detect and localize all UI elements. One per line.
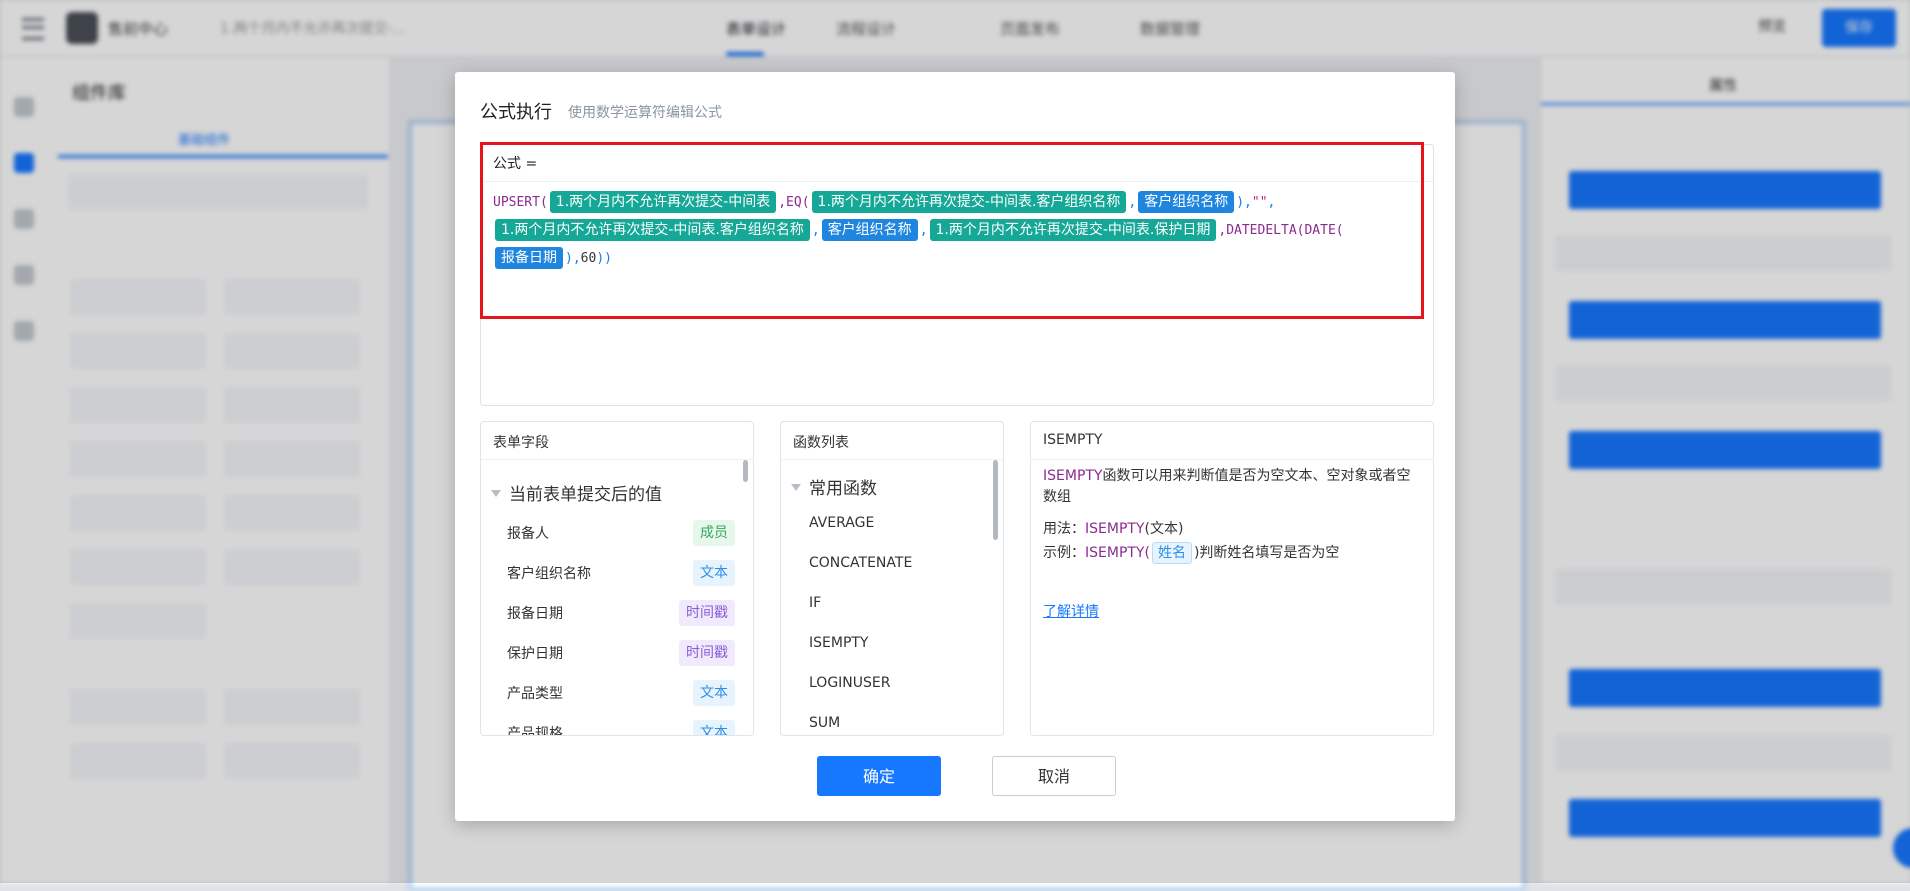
function-help-title: ISEMPTY [1043, 432, 1103, 448]
function-description: ISEMPTY函数可以用来判断值是否为空文本、空对象或者空数组 [1043, 466, 1418, 508]
function-item[interactable]: ISEMPTY [809, 635, 869, 651]
dialog-subtitle: 使用数学运算符编辑公式 [568, 105, 722, 121]
field-item[interactable]: 产品类型 文本 [507, 676, 735, 708]
field-name: 产品规格 [507, 726, 563, 736]
function-item[interactable]: IF [809, 595, 821, 611]
field-type-badge: 文本 [693, 560, 735, 586]
field-name: 产品类型 [507, 686, 563, 702]
field-type-badge: 时间戳 [679, 640, 735, 666]
field-type-badge: 文本 [693, 680, 735, 706]
field-name: 保护日期 [507, 646, 563, 662]
form-fields-title: 表单字段 [493, 435, 549, 451]
example-line: 示例：ISEMPTY(姓名)判断姓名填写是否为空 [1043, 542, 1339, 564]
function-item[interactable]: LOGINUSER [809, 675, 890, 691]
function-list-header: 函数列表 [781, 422, 1003, 460]
confirm-button[interactable]: 确定 [817, 756, 941, 796]
usage-label: 用法： [1043, 521, 1085, 537]
field-name: 客户组织名称 [507, 566, 591, 582]
usage-function: ISEMPTY [1085, 521, 1145, 537]
description-function: ISEMPTY [1043, 468, 1103, 484]
example-tail: )判断姓名填写是否为空 [1193, 545, 1340, 561]
function-item[interactable]: SUM [809, 715, 840, 731]
field-item[interactable]: 报备日期 时间戳 [507, 596, 735, 628]
caret-down-icon[interactable] [791, 483, 801, 491]
field-group-label: 当前表单提交后的值 [509, 485, 662, 505]
function-group-label: 常用函数 [809, 479, 877, 499]
field-type-badge: 时间戳 [679, 600, 735, 626]
usage-line: 用法：ISEMPTY(文本) [1043, 518, 1183, 538]
field-name: 报备人 [507, 526, 549, 542]
function-help-panel: ISEMPTY ISEMPTY函数可以用来判断值是否为空文本、空对象或者空数组 … [1030, 421, 1434, 736]
scrollbar[interactable] [993, 460, 998, 540]
form-fields-panel: 表单字段 当前表单提交后的值 报备人 成员 客户组织名称 文本 报备日期 时间戳… [480, 421, 754, 736]
cancel-button[interactable]: 取消 [992, 756, 1116, 796]
field-type-badge: 成员 [693, 520, 735, 546]
example-function: ISEMPTY( [1085, 545, 1150, 561]
caret-down-icon[interactable] [491, 489, 501, 497]
field-name: 报备日期 [507, 606, 563, 622]
field-item[interactable]: 报备人 成员 [507, 516, 735, 548]
example-label: 示例： [1043, 545, 1085, 561]
function-list-title: 函数列表 [793, 435, 849, 451]
usage-argument: (文本) [1144, 521, 1184, 537]
form-fields-header: 表单字段 [481, 422, 753, 460]
field-group[interactable]: 当前表单提交后的值 [491, 480, 662, 505]
formula-highlight-box [480, 142, 1424, 319]
function-help-header: ISEMPTY [1031, 422, 1433, 460]
function-list-panel: 函数列表 常用函数 AVERAGE CONCATENATE IF ISEMPTY… [780, 421, 1004, 736]
learn-more-link[interactable]: 了解详情 [1043, 601, 1099, 621]
function-item[interactable]: AVERAGE [809, 515, 874, 531]
field-type-badge: 文本 [693, 720, 735, 735]
example-field-chip: 姓名 [1151, 542, 1192, 564]
function-group[interactable]: 常用函数 [791, 474, 877, 499]
field-item[interactable]: 产品规格 文本 [507, 716, 735, 736]
field-item[interactable]: 客户组织名称 文本 [507, 556, 735, 588]
dialog-title: 公式执行 [480, 102, 552, 123]
field-item[interactable]: 保护日期 时间戳 [507, 636, 735, 668]
function-item[interactable]: CONCATENATE [809, 555, 912, 571]
scrollbar[interactable] [743, 460, 748, 482]
